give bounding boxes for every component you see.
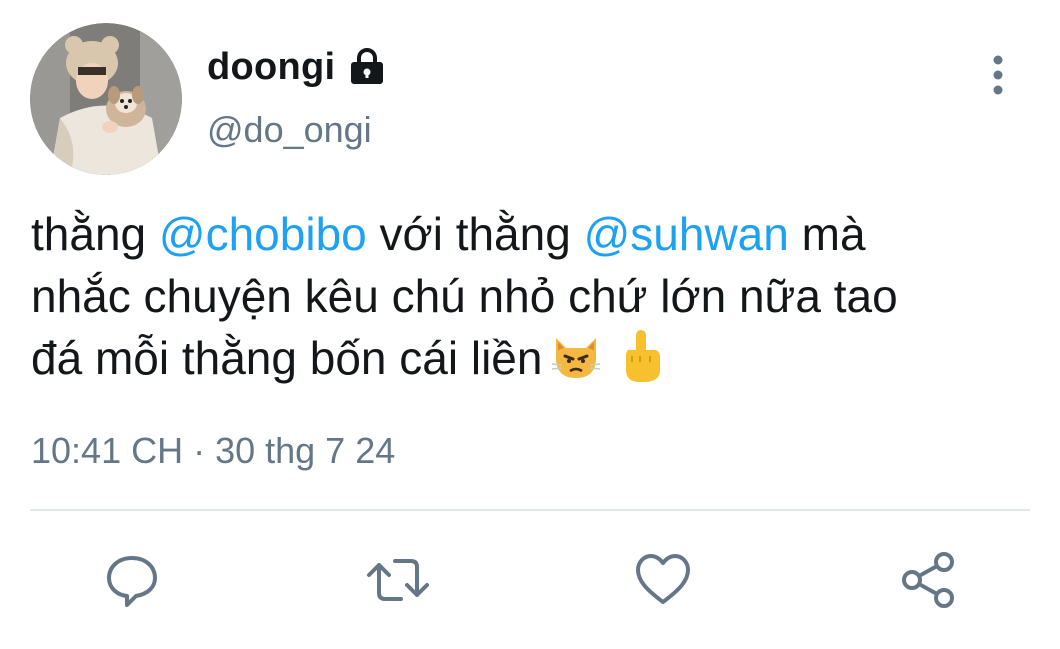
tweet-line: thằng @chobibo với thằng @suhwan mà xyxy=(31,203,1031,265)
reply-icon xyxy=(107,556,157,607)
share-button[interactable] xyxy=(893,545,963,615)
like-button[interactable] xyxy=(628,545,698,615)
retweet-button[interactable] xyxy=(363,545,433,615)
display-name[interactable]: doongi xyxy=(207,46,335,89)
tweet-text: thằng @chobibo với thằng @suhwan mà nhắc… xyxy=(31,203,1031,389)
text-fragment: thằng xyxy=(31,208,159,260)
heart-icon xyxy=(636,554,690,604)
text-fragment: với thằng xyxy=(366,208,584,260)
retweet-icon xyxy=(367,559,429,601)
tweet-timestamp[interactable]: 10:41 CH · 30 thg 7 24 xyxy=(31,430,395,472)
user-handle[interactable]: @do_ongi xyxy=(207,109,372,151)
mention-link[interactable]: @suhwan xyxy=(584,208,789,260)
user-name-row[interactable]: doongi xyxy=(207,42,387,92)
text-fragment: nhắc chuyện kêu chú nhỏ chứ lớn nữa tao xyxy=(31,270,898,322)
mention-link[interactable]: @chobibo xyxy=(159,208,367,260)
share-icon xyxy=(902,552,954,608)
reply-button[interactable] xyxy=(97,545,167,615)
more-vertical-icon xyxy=(993,55,1003,95)
profile-photo xyxy=(30,23,182,175)
divider xyxy=(30,509,1030,511)
tweet-line: đá mỗi thằng bốn cái liền xyxy=(31,327,1031,389)
tweet-line: nhắc chuyện kêu chú nhỏ chứ lớn nữa tao xyxy=(31,265,1031,327)
middle-finger-emoji xyxy=(618,328,664,384)
more-options-button[interactable] xyxy=(980,52,1016,98)
text-fragment: mà xyxy=(788,208,866,260)
pouting-cat-emoji xyxy=(548,328,604,384)
lock-icon xyxy=(347,47,387,87)
text-fragment: đá mỗi thằng bốn cái liền xyxy=(31,332,543,384)
avatar[interactable] xyxy=(30,23,182,175)
tweet-actions-bar xyxy=(0,545,1060,615)
